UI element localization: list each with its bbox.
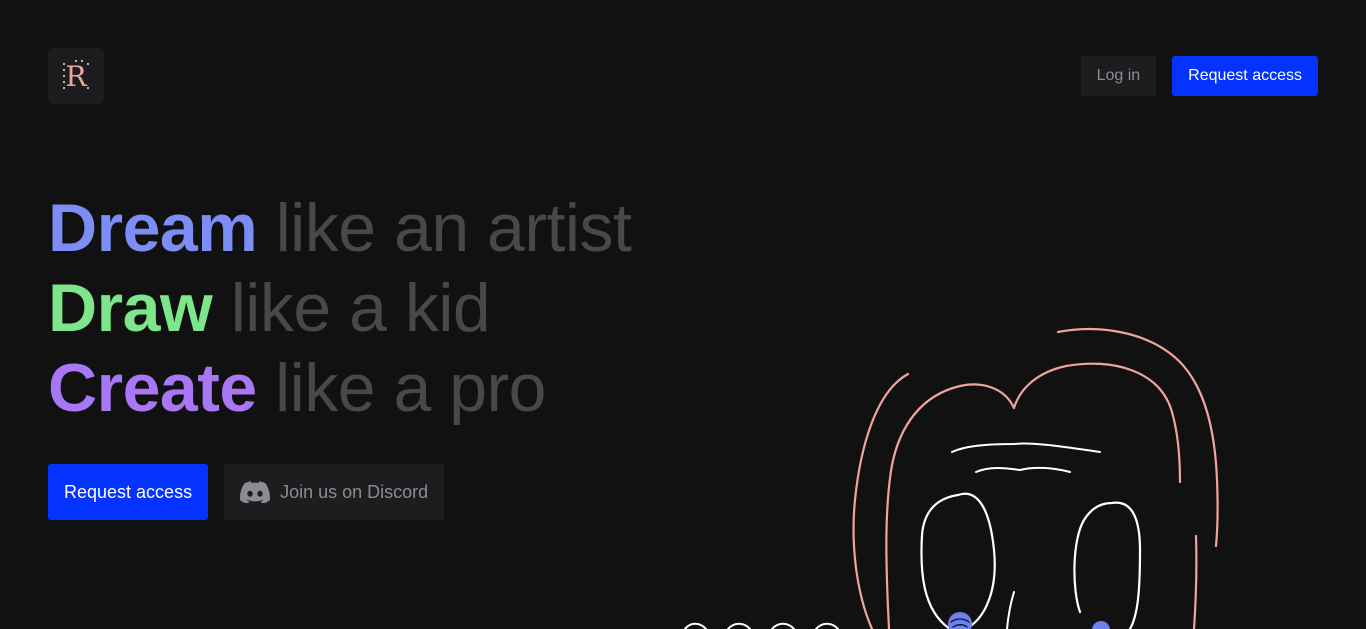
headline-rest-create: like a pro: [275, 350, 546, 426]
headline-rest-dream: like an artist: [275, 190, 632, 266]
top-nav: Log in Request access: [1080, 56, 1318, 96]
landing-page: R Log in Request access Dream like an ar…: [0, 0, 1366, 629]
headline-line-draw: Draw like a kid: [48, 268, 631, 348]
r-logo-icon: R: [62, 59, 90, 93]
headline-strong-draw: Draw: [48, 270, 213, 346]
headline-strong-create: Create: [48, 350, 257, 426]
request-access-button[interactable]: Request access: [48, 464, 209, 520]
headline-line-create: Create like a pro: [48, 348, 631, 428]
logo[interactable]: R: [48, 48, 104, 104]
headline-strong-dream: Dream: [48, 190, 258, 266]
logo-letter: R: [65, 60, 87, 93]
discord-button-label: Join us on Discord: [280, 481, 429, 502]
sketch-illustration: [660, 300, 1260, 629]
login-button[interactable]: Log in: [1080, 56, 1157, 96]
headline-line-dream: Dream like an artist: [48, 188, 632, 268]
headline-rest-draw: like a kid: [230, 270, 491, 346]
request-access-nav-button[interactable]: Request access: [1172, 56, 1318, 96]
hero-cta-group: Request access Join us on Discord: [48, 464, 445, 520]
hero-headline: Dream like an artist Draw like a kid Cre…: [48, 188, 632, 428]
discord-icon: [240, 481, 271, 503]
discord-button[interactable]: Join us on Discord: [224, 464, 445, 520]
